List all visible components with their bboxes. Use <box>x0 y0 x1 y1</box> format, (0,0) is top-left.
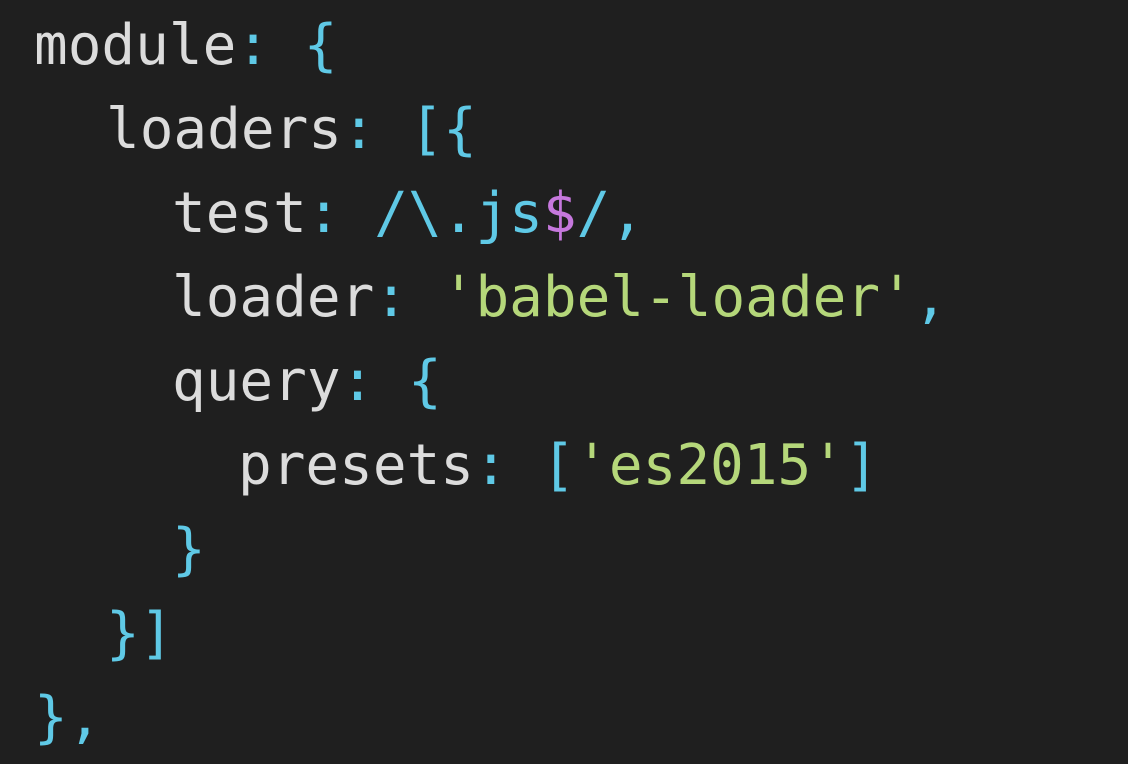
code-token-punct: }, <box>34 685 102 750</box>
code-editor[interactable]: module: { loaders: [{ test: /\.js$/, loa… <box>0 0 1128 764</box>
code-token-punct: , <box>610 181 645 246</box>
code-token-key: presets <box>238 433 475 498</box>
code-line-2: loaders: [{ <box>34 88 477 172</box>
code-token-key: module <box>34 13 237 78</box>
code-token-special: $ <box>542 181 577 246</box>
code-token-punct: }] <box>106 601 174 666</box>
code-line-4: loader: 'babel-loader', <box>34 256 947 340</box>
code-line-5: query: { <box>34 340 442 424</box>
code-token-punct: : { <box>236 13 338 78</box>
code-token-str: 'babel-loader' <box>441 265 914 330</box>
code-token-key: loaders <box>106 97 343 162</box>
code-token-punct: : [{ <box>342 97 477 162</box>
code-line-3: test: /\.js$/, <box>34 172 644 256</box>
code-line-7: } <box>34 508 206 592</box>
code-token-punct: } <box>172 517 206 582</box>
code-token-regex: /\.js <box>374 181 543 246</box>
code-token-punct: : { <box>340 349 442 414</box>
code-token-punct: : <box>306 181 375 246</box>
code-token-punct: : <box>374 265 442 330</box>
code-line-8: }] <box>34 592 173 676</box>
code-token-key: query <box>172 349 341 414</box>
code-line-1: module: { <box>34 4 337 88</box>
code-line-6: presets: ['es2015'] <box>34 424 879 508</box>
code-line-9: }, <box>34 676 101 760</box>
code-token-punct: : [ <box>474 433 576 498</box>
code-token-key: test <box>172 181 307 246</box>
code-token-punct: ] <box>844 433 879 498</box>
code-token-punct: , <box>913 265 948 330</box>
code-token-str: 'es2015' <box>575 433 845 498</box>
code-token-regex: / <box>576 181 611 246</box>
code-token-key: loader <box>172 265 375 330</box>
